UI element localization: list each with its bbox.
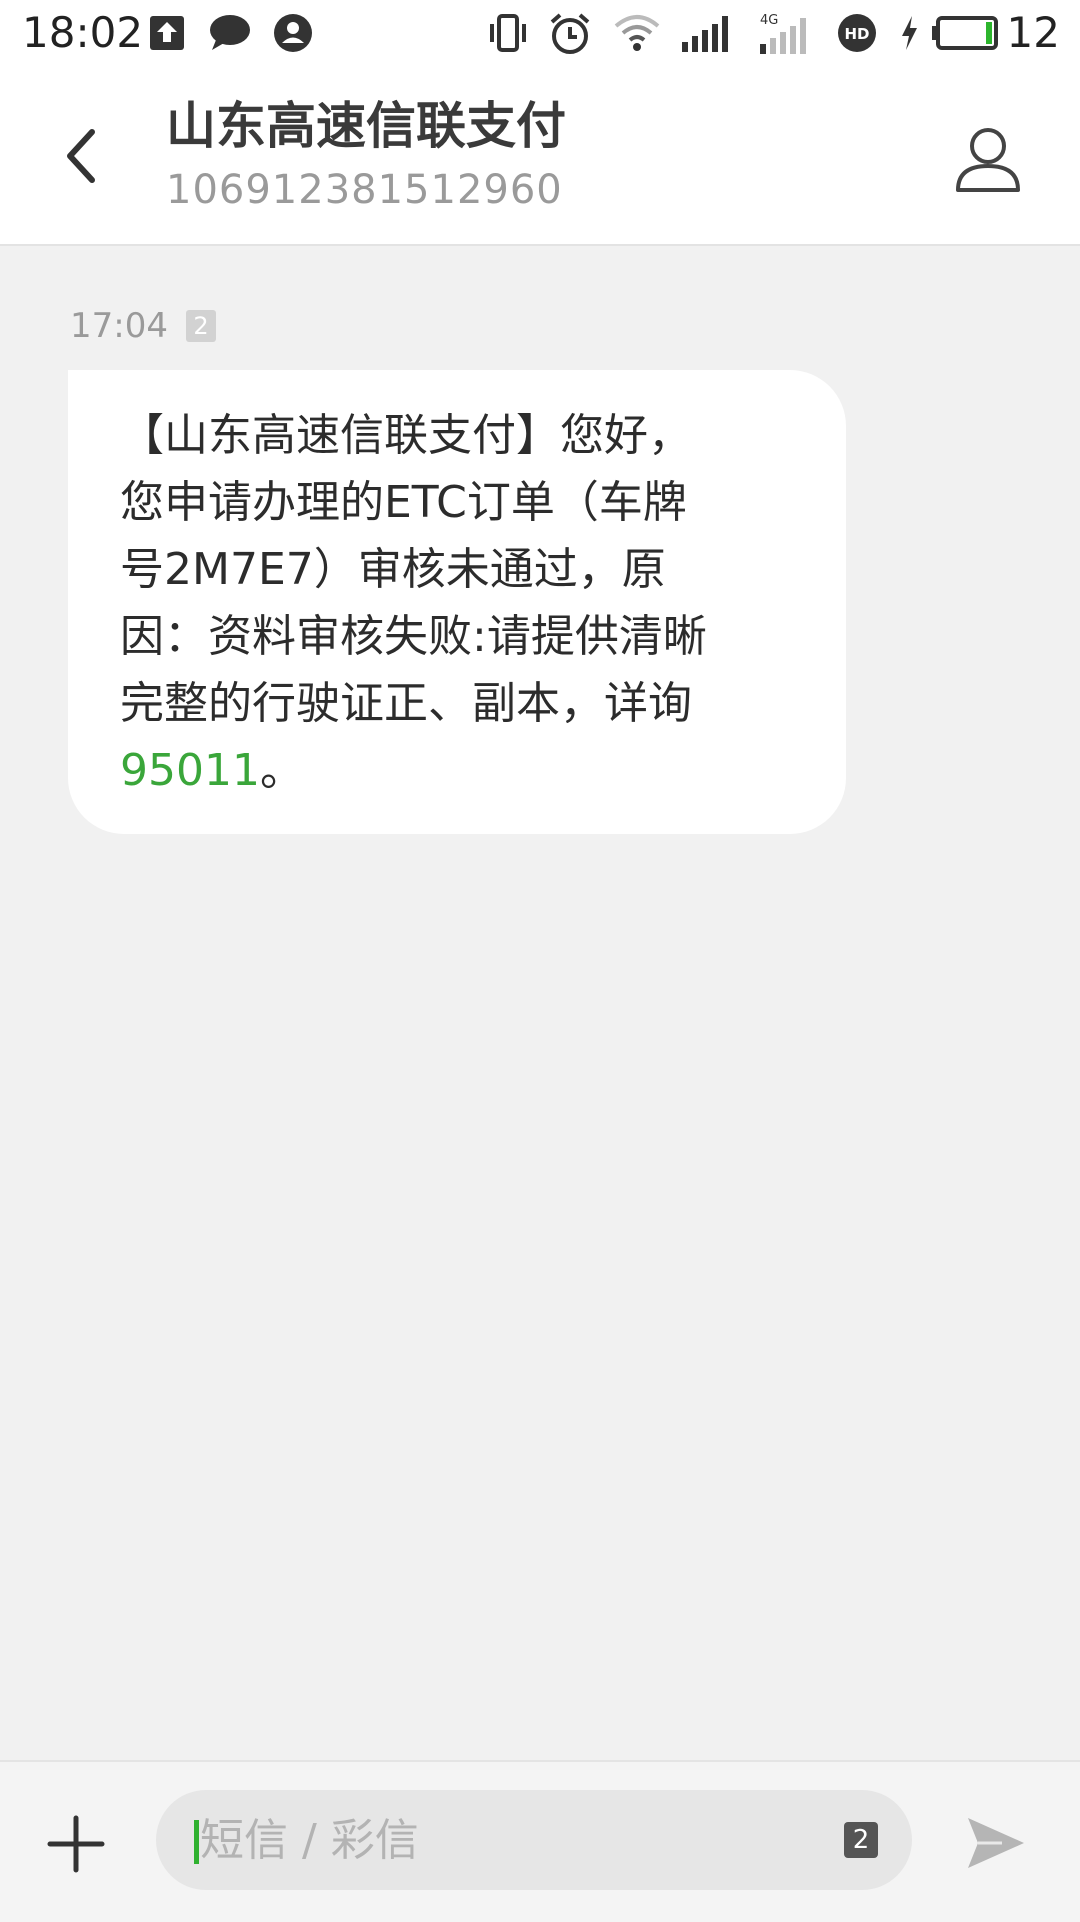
chat-bubble-icon — [208, 12, 252, 56]
send-icon — [968, 1818, 1024, 1868]
signal-4g-icon: 4G — [758, 12, 816, 60]
message-time: 17:04 — [70, 306, 168, 346]
message-line: 完整的行驶证正、副本，详询 — [120, 678, 692, 729]
phone-number-link[interactable]: 95011 — [120, 745, 260, 796]
upload-icon — [148, 12, 186, 56]
text-cursor — [194, 1820, 199, 1864]
charging-icon — [898, 12, 920, 58]
message-line: 因：资料审核失败:请提供清晰 — [120, 611, 707, 662]
plus-icon — [47, 1815, 105, 1873]
signal-icon — [680, 12, 736, 58]
message-line: 号2M7E7）审核未通过，原 — [120, 544, 666, 595]
alarm-icon — [548, 12, 592, 60]
sim-select-button[interactable]: 2 — [844, 1822, 878, 1858]
contact-number: 106912381512960 — [166, 167, 563, 213]
svg-text:HD: HD — [844, 25, 869, 43]
message-bubble[interactable]: 【山东高速信联支付】您好， 您申请办理的ETC订单（车牌 号2M7E7）审核未通… — [68, 370, 846, 834]
message-line: 您申请办理的ETC订单（车牌 — [120, 477, 687, 528]
account-circle-icon — [272, 12, 314, 58]
send-button[interactable] — [962, 1810, 1028, 1876]
battery-level: 12 — [1006, 8, 1060, 57]
contact-details-button[interactable] — [946, 118, 1030, 202]
message-line: 【山东高速信联支付】您好， — [120, 410, 692, 461]
battery-icon — [932, 12, 1002, 58]
message-input[interactable] — [200, 1790, 760, 1890]
contact-name: 山东高速信联支付 — [166, 97, 566, 155]
hd-voice-icon: HD — [836, 12, 878, 58]
svg-text:4G: 4G — [760, 13, 778, 28]
sim-badge: 2 — [185, 310, 216, 342]
conversation-header: 山东高速信联支付 106912381512960 — [0, 66, 1080, 246]
status-bar: 18:02 4G HD 12 — [0, 0, 1080, 66]
person-icon — [956, 128, 1020, 192]
message-input-box: 2 — [156, 1790, 912, 1890]
message-ending: 。 — [259, 745, 304, 796]
back-button[interactable] — [50, 116, 120, 196]
message-meta: 17:04 2 — [70, 302, 216, 350]
message-composer: 2 — [0, 1760, 1080, 1922]
attach-button[interactable] — [44, 1812, 108, 1876]
message-text: 【山东高速信联支付】您好， 您申请办理的ETC订单（车牌 号2M7E7）审核未通… — [120, 402, 790, 804]
status-time: 18:02 — [22, 8, 144, 57]
chevron-left-icon — [67, 129, 95, 183]
wifi-icon — [612, 12, 662, 58]
vibrate-icon — [488, 12, 528, 58]
